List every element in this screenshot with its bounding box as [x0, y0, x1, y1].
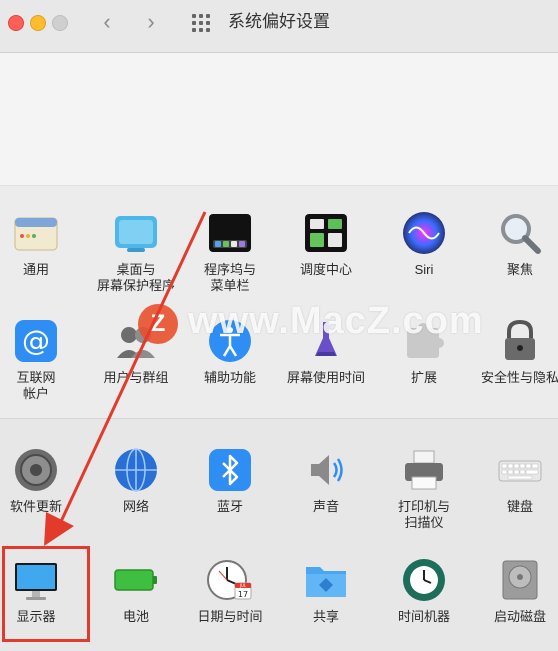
annotation-highlight-box: [2, 546, 90, 642]
pane-sharing[interactable]: 共享: [280, 557, 372, 625]
software-update-icon: [13, 447, 59, 493]
pane-siri[interactable]: Siri: [378, 210, 470, 278]
bluetooth-icon: [207, 447, 253, 493]
extensions-icon: [401, 318, 447, 364]
window-title: 系统偏好设置: [228, 12, 330, 31]
pane-date-time[interactable]: JUL 17 日期与时间: [184, 557, 276, 625]
desktop-screensaver-icon: [113, 210, 159, 256]
pane-battery[interactable]: 电池: [90, 557, 182, 625]
security-privacy-icon: [497, 318, 543, 364]
internet-accounts-icon: @: [13, 318, 59, 364]
pane-software-update[interactable]: 软件更新: [0, 447, 82, 515]
pane-label: 互联网 帐户: [16, 370, 56, 401]
screen-time-icon: [303, 318, 349, 364]
pane-mission-control[interactable]: 调度中心: [280, 210, 372, 278]
pane-desktop-screensaver[interactable]: 桌面与 屏幕保护程序: [90, 210, 182, 294]
mission-control-icon: [303, 210, 349, 256]
pane-internet-accounts[interactable]: @ 互联网 帐户: [0, 318, 82, 402]
pane-label: 电池: [122, 609, 149, 624]
date-time-icon: JUL 17: [207, 557, 253, 603]
pane-label: 时间机器: [397, 609, 450, 624]
users-groups-icon: [113, 318, 159, 364]
minimize-button[interactable]: [30, 15, 46, 31]
pane-startup-disk[interactable]: 启动磁盘: [474, 557, 558, 625]
pane-label: 调度中心: [299, 262, 352, 277]
pane-time-machine[interactable]: 时间机器: [378, 557, 470, 625]
sound-icon: [303, 447, 349, 493]
close-button[interactable]: [8, 15, 24, 31]
accessibility-icon: [207, 318, 253, 364]
pane-label: 安全性与隐私: [480, 370, 558, 385]
pane-label: 软件更新: [9, 499, 62, 514]
pane-label: 用户与群组: [103, 370, 169, 385]
pane-label: 通用: [22, 262, 49, 277]
svg-text:@: @: [22, 324, 50, 357]
general-icon: [13, 210, 59, 256]
zoom-button[interactable]: [52, 15, 68, 31]
pane-label: 程序坞与 菜单栏: [203, 262, 256, 293]
battery-icon: [113, 557, 159, 603]
pane-general[interactable]: 通用: [0, 210, 82, 278]
pane-label: 网络: [122, 499, 149, 514]
pane-label: 蓝牙: [216, 499, 243, 514]
dock-menubar-icon: [207, 210, 253, 256]
pane-label: 扩展: [410, 370, 437, 385]
pane-label: 共享: [312, 609, 339, 624]
pane-label: 屏幕使用时间: [286, 370, 365, 385]
network-icon: [113, 447, 159, 493]
pane-bluetooth[interactable]: 蓝牙: [184, 447, 276, 515]
pane-keyboard[interactable]: 键盘: [474, 447, 558, 515]
pane-dock-menubar[interactable]: 程序坞与 菜单栏: [184, 210, 276, 294]
pane-accessibility[interactable]: 辅助功能: [184, 318, 276, 386]
time-machine-icon: [401, 557, 447, 603]
back-button[interactable]: ‹: [96, 10, 118, 34]
show-all-grid-icon[interactable]: [192, 14, 210, 32]
sharing-icon: [303, 557, 349, 603]
printers-scanners-icon: [401, 447, 447, 493]
pane-label: Siri: [414, 262, 434, 277]
pane-label: 桌面与 屏幕保护程序: [96, 262, 175, 293]
pane-security-privacy[interactable]: 安全性与隐私: [474, 318, 558, 386]
pane-network[interactable]: 网络: [90, 447, 182, 515]
pane-users-groups[interactable]: 用户与群组: [90, 318, 182, 386]
window-titlebar: ‹ › 系统偏好设置: [0, 0, 558, 53]
keyboard-icon: [497, 447, 543, 493]
pane-sound[interactable]: 声音: [280, 447, 372, 515]
pane-label: 键盘: [506, 499, 533, 514]
pane-label: 聚焦: [506, 262, 533, 277]
startup-disk-icon: [497, 557, 543, 603]
siri-icon: [401, 210, 447, 256]
calendar-day: 17: [238, 590, 248, 599]
pane-extensions[interactable]: 扩展: [378, 318, 470, 386]
forward-button[interactable]: ›: [140, 10, 162, 34]
pane-label: 启动磁盘: [493, 609, 546, 624]
calendar-month: JUL: [239, 583, 247, 588]
account-area: [0, 53, 558, 186]
pane-spotlight[interactable]: 聚焦: [474, 210, 558, 278]
pane-label: 日期与时间: [197, 609, 263, 624]
spotlight-icon: [497, 210, 543, 256]
preferences-section-1: 通用 桌面与 屏幕保护程序 程序坞与 菜单栏 调度中心 Siri 聚焦 @ 互联…: [0, 186, 558, 418]
pane-screen-time[interactable]: 屏幕使用时间: [280, 318, 372, 386]
pane-printers-scanners[interactable]: 打印机与 扫描仪: [378, 447, 470, 531]
pane-label: 声音: [312, 499, 339, 514]
pane-label: 打印机与 扫描仪: [397, 499, 450, 530]
pane-label: 辅助功能: [203, 370, 256, 385]
